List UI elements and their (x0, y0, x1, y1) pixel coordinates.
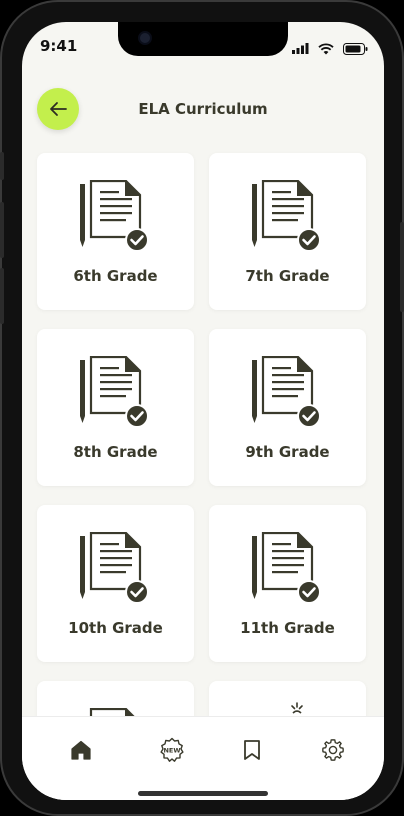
home-icon (71, 740, 91, 760)
nav-home[interactable] (66, 735, 96, 765)
battery-icon (343, 42, 368, 55)
home-indicator[interactable] (138, 791, 268, 796)
grade-label: 8th Grade (73, 443, 158, 461)
grade-card-7[interactable]: 7th Grade (209, 153, 366, 310)
grade-label: 10th Grade (68, 619, 163, 637)
bookmark-icon (244, 740, 260, 760)
grade-card-10[interactable]: 10th Grade (37, 505, 194, 662)
document-check-icon (80, 532, 149, 604)
document-check-icon (252, 356, 321, 428)
grade-label: 11th Grade (240, 619, 335, 637)
document-check-icon (252, 532, 321, 604)
document-check-icon (252, 180, 321, 252)
document-check-icon (80, 356, 149, 428)
document-check-icon (80, 180, 149, 252)
grade-label: 9th Grade (245, 443, 330, 461)
wifi-icon (318, 42, 334, 54)
svg-text:NEW: NEW (163, 747, 180, 755)
bottom-nav: NEW (22, 716, 384, 800)
mute-switch (0, 152, 4, 180)
app-screen: 9:41 ELA Curriculum 6th Grade 7th Grade … (22, 22, 384, 800)
nav-settings[interactable] (318, 735, 348, 765)
volume-down-button (0, 268, 4, 324)
signal-icon (291, 43, 309, 54)
grade-card-9[interactable]: 9th Grade (209, 329, 366, 486)
volume-up-button (0, 202, 4, 258)
status-icons (288, 38, 368, 55)
power-button (400, 222, 404, 312)
grade-card-6[interactable]: 6th Grade (37, 153, 194, 310)
grade-card-11[interactable]: 11th Grade (209, 505, 366, 662)
page-title: ELA Curriculum (138, 100, 268, 118)
status-bar: 9:41 (22, 22, 384, 72)
sparkle-icon (291, 702, 303, 714)
settings-icon (322, 739, 344, 761)
grade-card-8[interactable]: 8th Grade (37, 329, 194, 486)
front-camera (138, 31, 152, 45)
grade-label: 7th Grade (245, 267, 330, 285)
nav-new[interactable]: NEW (157, 735, 187, 765)
nav-bookmark[interactable] (237, 735, 267, 765)
phone-frame: 9:41 ELA Curriculum 6th Grade 7th Grade … (0, 0, 404, 816)
new-badge-icon: NEW (160, 737, 184, 762)
grade-label: 6th Grade (73, 267, 158, 285)
header: ELA Curriculum (22, 88, 384, 132)
status-time: 9:41 (40, 37, 78, 55)
notch (118, 22, 288, 56)
